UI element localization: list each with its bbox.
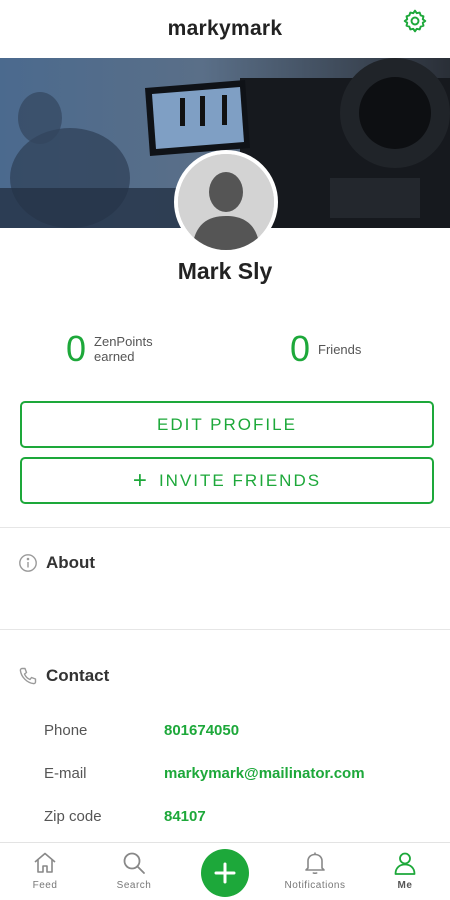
page-title: markymark xyxy=(167,17,283,40)
person-silhouette-icon xyxy=(178,154,274,250)
nav-label-feed: Feed xyxy=(32,880,58,891)
contact-section-header: Contact xyxy=(18,666,109,686)
edit-profile-label: EDIT PROFILE xyxy=(157,414,297,434)
divider xyxy=(0,629,450,630)
divider xyxy=(0,527,450,528)
contact-row-email: E-mail markymark@mailinator.com xyxy=(44,761,434,785)
bottom-nav: Feed Search Notifications Me xyxy=(0,842,450,900)
phone-icon xyxy=(18,666,38,686)
search-icon xyxy=(120,849,148,877)
profile-name: Mark Sly xyxy=(177,258,273,284)
gear-icon xyxy=(403,9,427,33)
add-post-button[interactable] xyxy=(201,849,249,897)
plus-icon: + xyxy=(132,466,147,494)
bell-icon xyxy=(301,849,329,877)
contact-row-zip: Zip code 84107 xyxy=(44,804,434,828)
about-section-header: About xyxy=(18,553,95,573)
nav-label-me: Me xyxy=(397,880,413,891)
zenpoints-label-line2: earned xyxy=(94,349,135,364)
contact-title: Contact xyxy=(46,666,110,685)
contact-label: Phone xyxy=(44,721,88,739)
app-header: markymark xyxy=(0,0,450,58)
friends-count: 0 xyxy=(290,328,311,369)
email-value[interactable]: markymark@mailinator.com xyxy=(164,765,365,782)
zenpoints-label: ZenPoints earned xyxy=(94,334,153,364)
phone-value[interactable]: 801674050 xyxy=(164,722,239,739)
person-icon xyxy=(391,849,419,877)
nav-label-notifications: Notifications xyxy=(284,880,346,891)
nav-item-notifications[interactable]: Notifications xyxy=(275,849,355,891)
contact-label: Zip code xyxy=(44,807,102,825)
avatar[interactable] xyxy=(174,150,278,254)
nav-item-me[interactable]: Me xyxy=(365,849,445,891)
nav-item-feed[interactable]: Feed xyxy=(5,849,85,891)
invite-friends-label: INVITE FRIENDS xyxy=(158,470,322,490)
info-icon xyxy=(18,553,38,573)
profile-stats: 0 ZenPoints earned 0 Friends xyxy=(0,328,450,372)
zenpoints-count: 0 xyxy=(66,328,87,369)
zenpoints-label-line1: ZenPoints xyxy=(94,334,153,349)
zenpoints-stat[interactable]: 0 ZenPoints earned xyxy=(66,328,153,370)
home-icon xyxy=(31,849,59,877)
nav-label-search: Search xyxy=(116,880,152,891)
friends-label: Friends xyxy=(318,341,362,357)
contact-label: E-mail xyxy=(44,764,87,782)
nav-item-search[interactable]: Search xyxy=(94,849,174,891)
friends-stat[interactable]: 0 Friends xyxy=(290,328,361,370)
plus-icon xyxy=(214,862,236,884)
about-title: About xyxy=(46,553,96,572)
edit-profile-button[interactable]: EDIT PROFILE xyxy=(20,401,434,448)
invite-friends-button[interactable]: + INVITE FRIENDS xyxy=(20,457,434,504)
settings-button[interactable] xyxy=(400,6,430,36)
zip-value: 84107 xyxy=(164,807,206,825)
contact-row-phone: Phone 801674050 xyxy=(44,718,434,742)
